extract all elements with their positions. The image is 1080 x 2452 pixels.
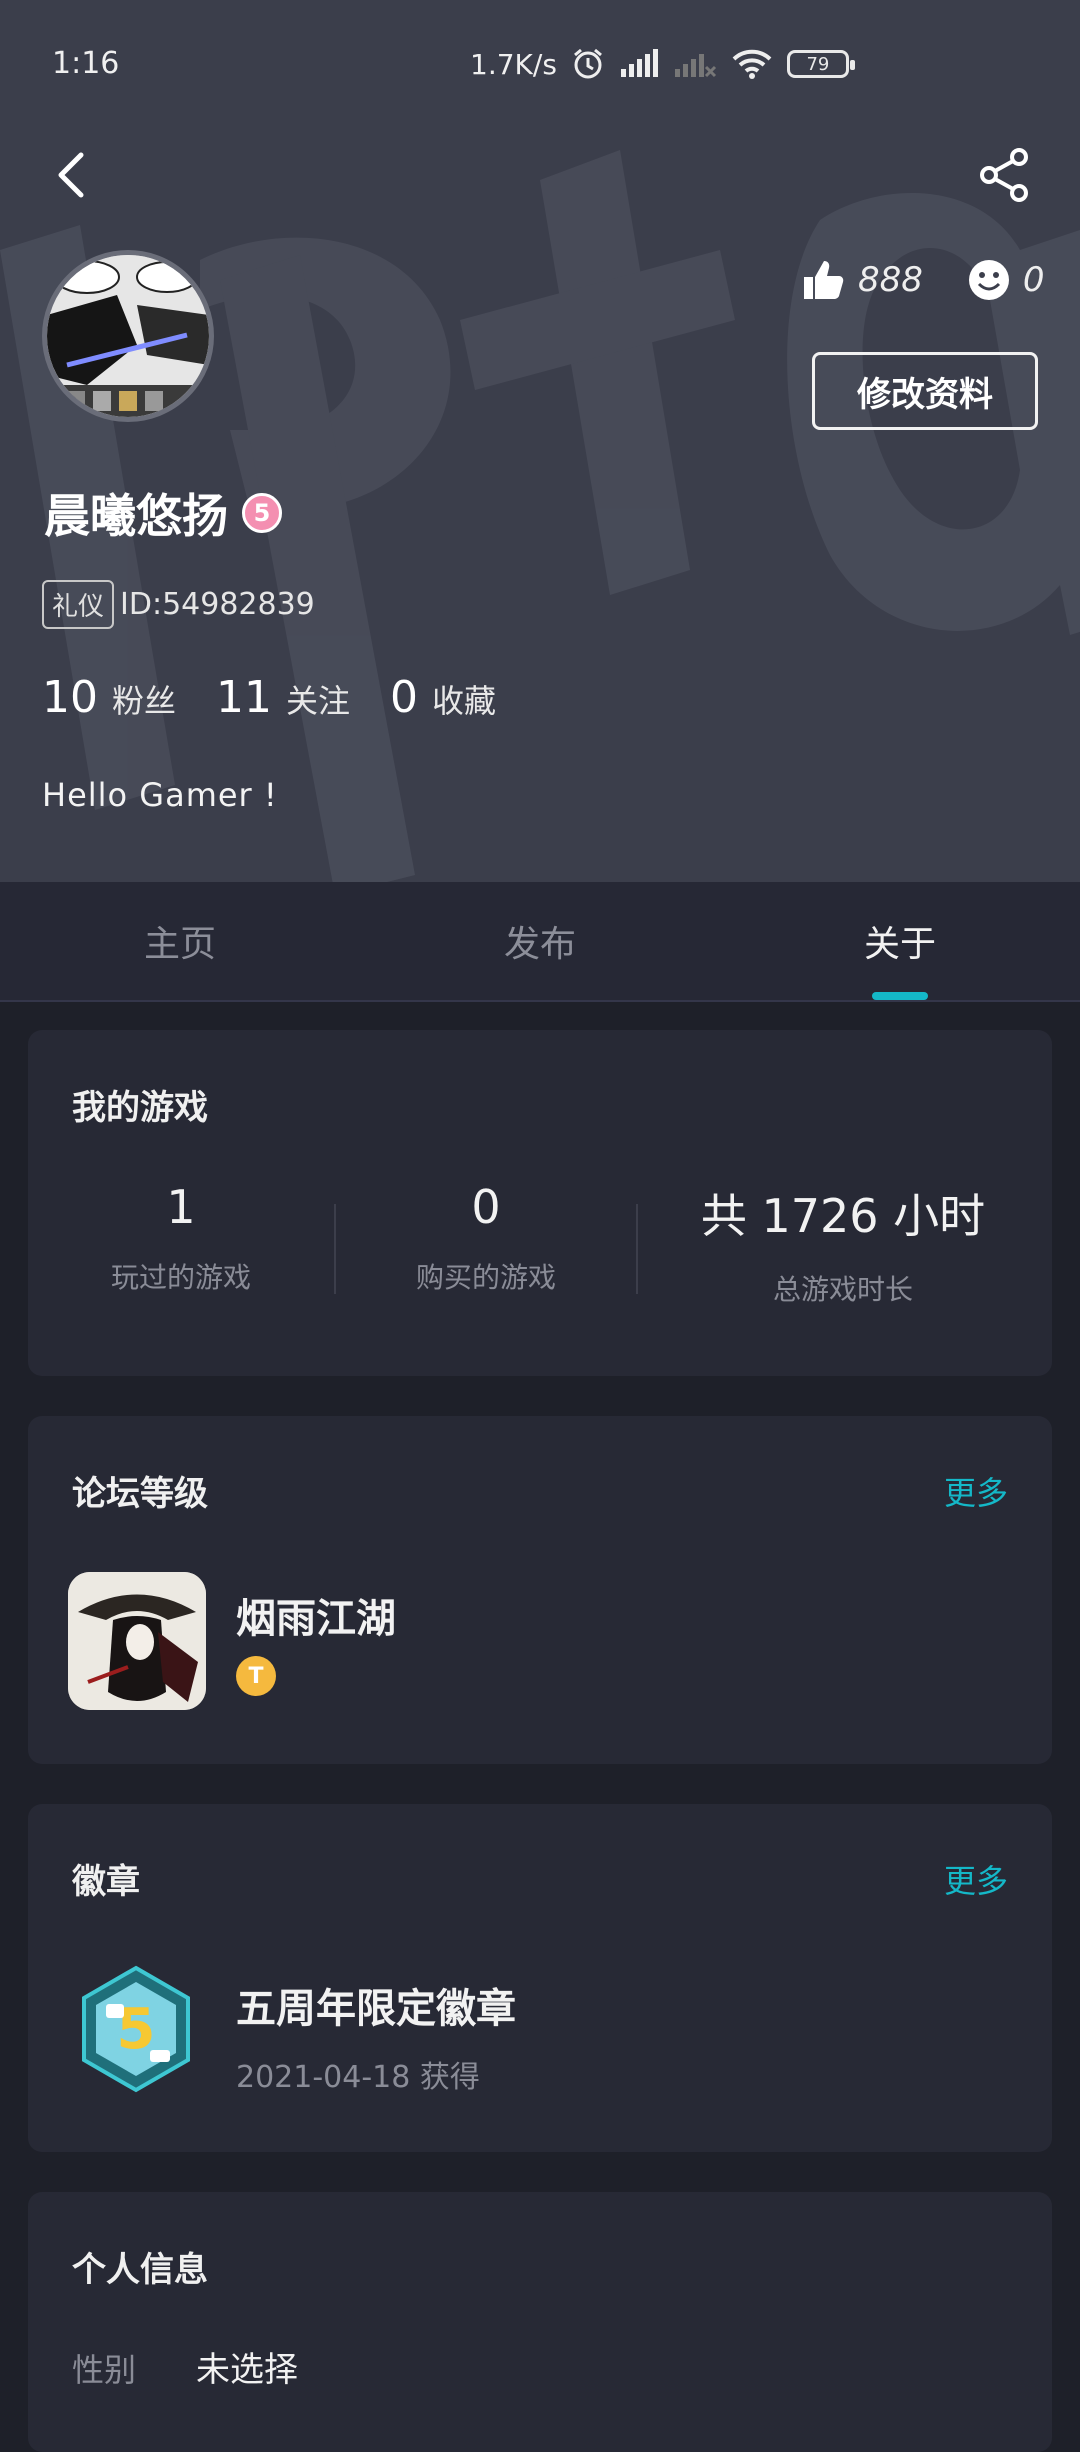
status-icons: 1.7K/s 79 xyxy=(470,44,855,84)
badges-more-link[interactable]: 更多 xyxy=(944,1856,1008,1902)
total-playtime: 共 1726 小时 xyxy=(700,1189,986,1243)
user-id: ID:54982839 xyxy=(120,587,315,622)
forum-game-name[interactable]: 烟雨江湖 xyxy=(236,1586,396,1644)
gender-value: 未选择 xyxy=(196,2350,299,2390)
status-bar: 1:16 1.7K/s 79 xyxy=(0,0,1080,130)
thumbs-up-icon xyxy=(804,261,844,299)
forum-level-badge: T xyxy=(236,1656,276,1696)
fans-label: 粉丝 xyxy=(112,682,177,720)
badges-title: 徽章 xyxy=(72,1862,140,1902)
smiles-count: 0 xyxy=(1022,260,1045,300)
wifi-icon xyxy=(732,49,772,79)
net-speed: 1.7K/s xyxy=(470,47,557,81)
fans-stat[interactable]: 10 粉丝 xyxy=(42,672,176,723)
signal-empty-icon xyxy=(674,54,716,78)
smiles-stat[interactable]: 0 xyxy=(967,258,1045,302)
bought-games-stat[interactable]: 0 购买的游戏 xyxy=(336,1180,636,1330)
game-icon-image xyxy=(68,1572,206,1710)
total-playtime-stat[interactable]: 共 1726 小时 总游戏时长 xyxy=(638,1180,1048,1330)
gender-label: 性别 xyxy=(72,2351,137,2389)
back-button[interactable] xyxy=(36,140,106,210)
personal-info-card: 个人信息 性别 未选择 xyxy=(28,2192,1052,2452)
favorites-label: 收藏 xyxy=(432,682,497,720)
badges-card: 徽章 更多 5 五周年限定徽章 2021-04-18 获得 xyxy=(28,1804,1052,2152)
forum-level-card: 论坛等级 更多 烟雨江湖 T xyxy=(28,1416,1052,1764)
badge-name: 五周年限定徽章 xyxy=(236,1986,516,2032)
played-games-count: 1 xyxy=(166,1180,196,1234)
profile-reactions: 888 0 xyxy=(800,250,1045,310)
favorites-stat[interactable]: 0 收藏 xyxy=(390,672,496,723)
tab-active-indicator xyxy=(872,992,928,1000)
username: 晨曦悠扬 xyxy=(44,489,228,543)
fans-count: 10 xyxy=(42,672,98,723)
share-icon xyxy=(980,148,1028,202)
alarm-icon xyxy=(573,48,602,79)
gender-row: 性别 未选择 xyxy=(72,2342,298,2391)
likes-stat[interactable]: 888 xyxy=(800,257,923,303)
profile-tabs: 主页 发布 关于 xyxy=(0,882,1080,1002)
username-row: 晨曦悠扬 5 xyxy=(44,480,282,546)
badge-date: 2021-04-18 获得 xyxy=(236,2060,480,2095)
anniversary-badge-icon[interactable]: 5 xyxy=(76,1964,196,2094)
share-button[interactable] xyxy=(970,140,1040,210)
forum-level-title: 论坛等级 xyxy=(72,1474,208,1514)
games-stats: 1 玩过的游戏 0 购买的游戏 共 1726 小时 总游戏时长 xyxy=(28,1180,1052,1330)
user-tag[interactable]: 礼仪 xyxy=(42,580,115,629)
played-games-stat[interactable]: 1 玩过的游戏 xyxy=(28,1180,334,1330)
game-icon[interactable] xyxy=(68,1572,206,1710)
bought-games-count: 0 xyxy=(471,1180,501,1234)
following-count: 11 xyxy=(216,672,273,723)
status-time: 1:16 xyxy=(52,46,120,81)
forum-level-more-link[interactable]: 更多 xyxy=(944,1468,1008,1514)
tab-posts[interactable]: 发布 xyxy=(430,882,650,1000)
user-bio: Hello Gamer ! xyxy=(42,776,278,814)
smiley-icon xyxy=(968,260,1009,300)
tab-about[interactable]: 关于 xyxy=(790,882,1010,1000)
bought-games-label: 购买的游戏 xyxy=(415,1261,556,1294)
likes-count: 888 xyxy=(858,260,923,300)
personal-info-title: 个人信息 xyxy=(72,2250,208,2290)
brand-watermark xyxy=(0,150,1080,882)
following-label: 关注 xyxy=(286,682,351,720)
favorites-count: 0 xyxy=(390,672,419,723)
avatar-image xyxy=(47,255,209,417)
tab-home[interactable]: 主页 xyxy=(70,882,290,1000)
follow-stats: 10 粉丝 11 关注 0 收藏 xyxy=(42,672,496,723)
following-stat[interactable]: 11 关注 xyxy=(216,672,350,723)
my-games-title: 我的游戏 xyxy=(72,1088,208,1128)
profile-header: 1:16 1.7K/s 79 888 0 修改资料 晨曦悠扬 5 礼仪 ID:5… xyxy=(0,0,1080,882)
edit-profile-button[interactable]: 修改资料 xyxy=(812,352,1038,430)
level-badge[interactable]: 5 xyxy=(242,493,282,533)
avatar[interactable] xyxy=(42,250,214,422)
id-row: 礼仪 ID:54982839 xyxy=(42,580,315,629)
played-games-label: 玩过的游戏 xyxy=(110,1261,251,1294)
chevron-left-icon xyxy=(58,152,84,198)
total-playtime-label: 总游戏时长 xyxy=(772,1273,913,1306)
my-games-card: 我的游戏 1 玩过的游戏 0 购买的游戏 共 1726 小时 总游戏时长 xyxy=(28,1030,1052,1376)
battery-indicator: 79 xyxy=(786,50,855,78)
signal-icon xyxy=(620,49,658,77)
